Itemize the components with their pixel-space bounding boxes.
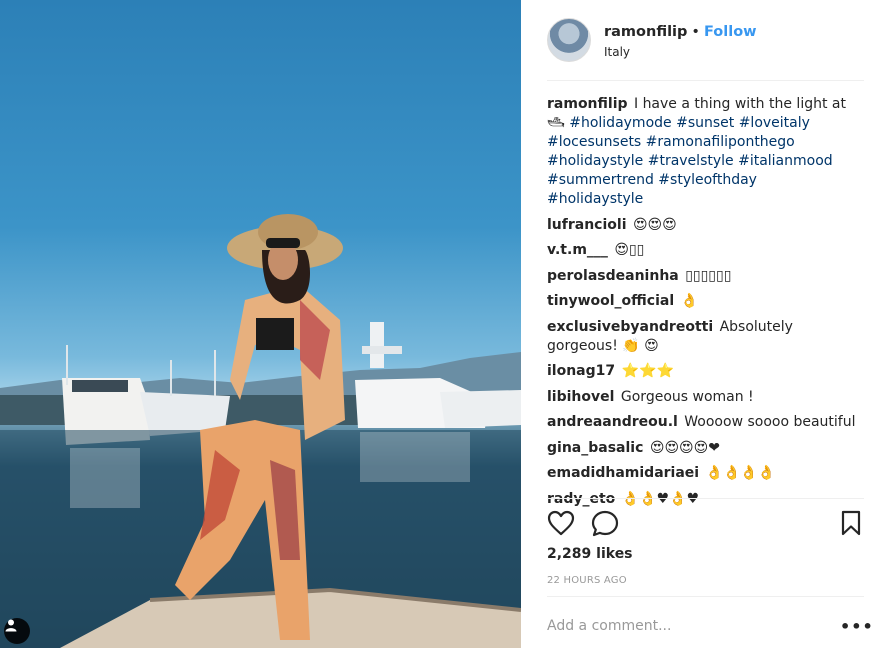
post-header: ramonfilip • Follow Italy bbox=[547, 0, 864, 81]
comment-author[interactable]: lufrancioli bbox=[547, 217, 627, 233]
user-tags-button[interactable] bbox=[4, 618, 30, 644]
comment-author[interactable]: emadidhamidariaei bbox=[547, 465, 699, 481]
comment-item: rady_eto 👌👌♥👌♥ bbox=[547, 490, 857, 509]
location-link[interactable]: Italy bbox=[604, 45, 757, 59]
separator-dot: • bbox=[691, 23, 700, 40]
header-info: ramonfilip • Follow Italy bbox=[604, 22, 757, 59]
post-photo[interactable] bbox=[0, 0, 521, 648]
heart-icon[interactable] bbox=[547, 510, 575, 540]
post-timestamp[interactable]: 22 HOURS AGO bbox=[547, 575, 627, 586]
comment-text: ▯▯▯▯▯▯ bbox=[685, 267, 732, 284]
speech-bubble-icon[interactable] bbox=[591, 510, 619, 541]
comment-text: 😍▯▯ bbox=[614, 242, 645, 258]
comment-text: Gorgeous woman ! bbox=[620, 388, 754, 405]
comment-author[interactable]: tinywool_official bbox=[547, 293, 674, 309]
comment-author[interactable]: andreaandreou.l bbox=[547, 414, 678, 430]
instagram-post: ramonfilip • Follow Italy ramonfilip I hav… bbox=[0, 0, 874, 648]
caption: ramonfilip I have a thing with the light… bbox=[547, 95, 857, 209]
comment-item: lufrancioli 😍😍😍 bbox=[547, 216, 857, 235]
author-username[interactable]: ramonfilip bbox=[604, 24, 687, 40]
person-icon bbox=[5, 619, 17, 632]
comment-item: gina_basalic 😍😍😍😍❤ bbox=[547, 439, 857, 458]
comment-text: 👌 bbox=[680, 293, 699, 309]
comment-author[interactable]: v.t.m___ bbox=[547, 242, 608, 258]
photo-scene bbox=[0, 214, 521, 648]
sunglasses bbox=[266, 238, 300, 248]
comment-author[interactable]: perolasdeaninha bbox=[547, 268, 679, 284]
more-options-button[interactable]: ••• bbox=[840, 617, 873, 636]
follow-button[interactable]: Follow bbox=[704, 24, 757, 40]
actions-divider bbox=[547, 498, 864, 499]
comment-item: andreaandreou.l Woooow soooo beautiful bbox=[547, 413, 857, 432]
comment-item: tinywool_official 👌 bbox=[547, 292, 857, 311]
comment-text: ⭐⭐⭐ bbox=[621, 363, 674, 379]
comment-input[interactable] bbox=[547, 618, 840, 634]
comment-author[interactable]: ilonag17 bbox=[547, 363, 615, 379]
comment-author[interactable]: libihovel bbox=[547, 389, 614, 405]
comment-text: 👌👌👌👌 bbox=[705, 465, 776, 481]
comment-form: ••• bbox=[547, 612, 873, 640]
caption-hashtags[interactable]: #holidaymode #sunset #loveitaly #locesun… bbox=[547, 115, 833, 207]
like-count[interactable]: 2,289 likes bbox=[547, 546, 633, 562]
comment-author[interactable]: gina_basalic bbox=[547, 440, 643, 456]
comment-item: emadidhamidariaei 👌👌👌👌 bbox=[547, 464, 857, 483]
caption-author[interactable]: ramonfilip bbox=[547, 96, 628, 112]
comment-text: 😍😍😍😍❤ bbox=[649, 439, 720, 456]
comment-text: 😍😍😍 bbox=[632, 216, 677, 233]
comment-item: v.t.m___ 😍▯▯ bbox=[547, 241, 857, 260]
comment-text: Woooow soooo beautiful bbox=[684, 414, 856, 430]
post-sidebar: ramonfilip • Follow Italy ramonfilip I hav… bbox=[521, 0, 874, 648]
comment-item: libihovel Gorgeous woman ! bbox=[547, 388, 857, 407]
comment-item: ilonag17 ⭐⭐⭐ bbox=[547, 362, 857, 381]
bookmark-icon[interactable] bbox=[840, 510, 862, 540]
avatar[interactable] bbox=[547, 18, 591, 62]
comment-author[interactable]: exclusivebyandreotti bbox=[547, 319, 713, 335]
comment-divider bbox=[547, 596, 864, 597]
comment-item: exclusivebyandreotti Absolutely gorgeous… bbox=[547, 318, 857, 356]
comment-list: ramonfilip I have a thing with the light… bbox=[547, 95, 857, 515]
comment-item: perolasdeaninha ▯▯▯▯▯▯ bbox=[547, 267, 857, 286]
action-bar bbox=[547, 510, 864, 538]
